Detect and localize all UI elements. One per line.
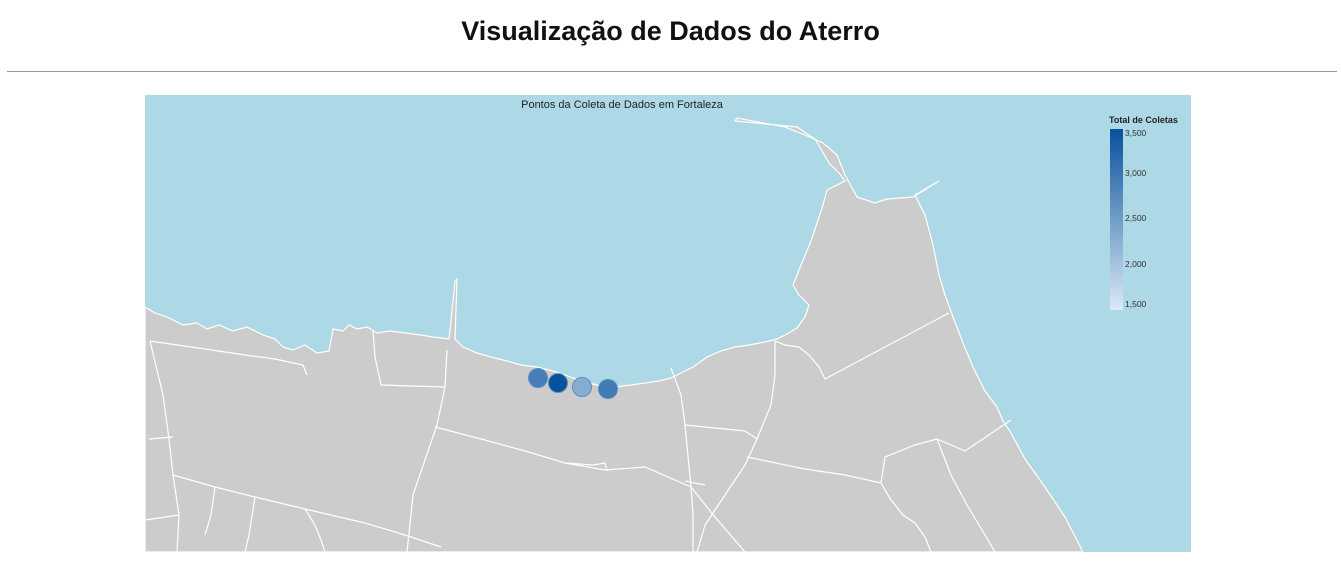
map-title: Pontos da Coleta de Dados em Fortaleza xyxy=(521,99,724,111)
collection-point-marker[interactable] xyxy=(598,379,618,399)
collection-point-marker[interactable] xyxy=(572,377,592,397)
legend-tick: 3,500 xyxy=(1125,128,1147,138)
page-title: Visualização de Dados do Aterro xyxy=(461,16,880,46)
map-container[interactable]: Pontos da Coleta de Dados em Fortaleza T… xyxy=(145,95,1191,552)
legend-color-bar xyxy=(1110,129,1123,310)
map-svg[interactable]: Pontos da Coleta de Dados em Fortaleza T… xyxy=(145,95,1191,552)
title-divider xyxy=(7,71,1337,72)
collection-point-marker[interactable] xyxy=(528,368,548,388)
collection-point-marker[interactable] xyxy=(548,373,568,393)
legend-tick: 2,000 xyxy=(1125,259,1147,269)
legend-tick: 3,000 xyxy=(1125,168,1147,178)
legend-tick: 1,500 xyxy=(1125,299,1147,309)
legend-tick: 2,500 xyxy=(1125,213,1147,223)
legend-title: Total de Coletas xyxy=(1109,115,1178,125)
